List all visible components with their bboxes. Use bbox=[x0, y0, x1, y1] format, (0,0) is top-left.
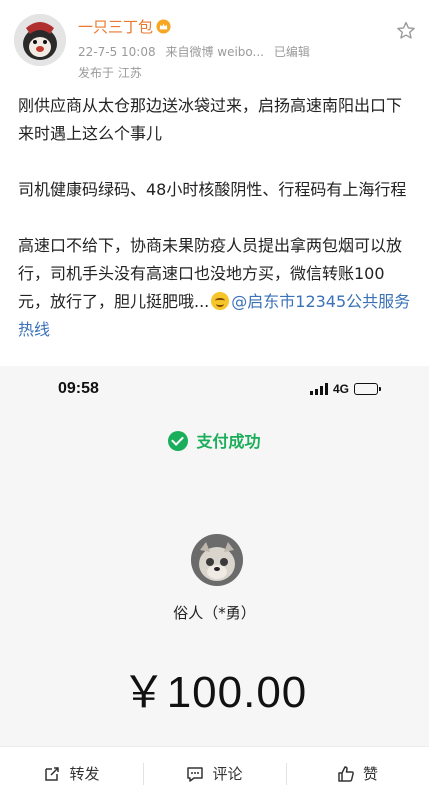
repost-icon bbox=[45, 766, 60, 781]
post-body: 刚供应商从太仓那边送冰袋过来，启扬高速南阳出口下来时遇上这么个事儿 司机健康码绿… bbox=[18, 92, 416, 344]
payment-status-label: 支付成功 bbox=[196, 432, 261, 451]
signal-icon bbox=[310, 383, 328, 395]
payee-name: 俗人（*勇） bbox=[173, 604, 256, 622]
author-name[interactable]: 一只三丁包 bbox=[78, 16, 171, 37]
post-date: 22-7-5 10:08 bbox=[78, 45, 156, 59]
comment-label: 评论 bbox=[212, 765, 243, 783]
status-bar-indicators: 4G bbox=[310, 382, 382, 396]
like-label: 赞 bbox=[362, 765, 378, 783]
payee-avatar bbox=[191, 534, 243, 586]
post-paragraph: 高速口不给下，协商未果防疫人员提出拿两包烟可以放行，司机手头没有高速口也没地方买… bbox=[18, 232, 416, 344]
author-avatar[interactable] bbox=[14, 14, 66, 66]
post-source[interactable]: 来自微博 weibo... bbox=[165, 45, 264, 59]
smile-emoji-icon bbox=[211, 292, 230, 310]
post-meta: 22-7-5 10:08 来自微博 weibo... 已编辑 bbox=[78, 43, 310, 60]
action-bar: 转发 评论 赞 bbox=[0, 746, 429, 800]
comment-button[interactable]: 评论 bbox=[143, 747, 286, 800]
post-header: 一只三丁包 22-7-5 10:08 来自微博 weibo... 已编辑 发布于… bbox=[0, 0, 429, 92]
comment-icon bbox=[187, 766, 204, 782]
vip-crown-icon bbox=[156, 19, 171, 34]
post-location: 发布于 江苏 bbox=[78, 66, 142, 80]
network-label: 4G bbox=[333, 382, 350, 396]
author-name-text[interactable]: 一只三丁包 bbox=[78, 18, 153, 36]
battery-icon bbox=[354, 383, 382, 395]
star-icon[interactable] bbox=[395, 20, 417, 42]
edited-label[interactable]: 已编辑 bbox=[274, 45, 310, 59]
like-button[interactable]: 赞 bbox=[286, 747, 429, 800]
check-icon bbox=[168, 431, 189, 451]
payment-status: 支付成功 bbox=[0, 428, 429, 452]
repost-label: 转发 bbox=[69, 765, 100, 783]
status-bar-time: 09:58 bbox=[58, 380, 99, 397]
payment-amount: ￥100.00 bbox=[121, 668, 308, 717]
payment-screenshot-image[interactable]: 09:58 4G 支付成功 俗人（*勇） ￥100.00 bbox=[0, 366, 429, 746]
repost-button[interactable]: 转发 bbox=[0, 747, 143, 800]
post-paragraph: 司机健康码绿码、48小时核酸阴性、行程码有上海行程 bbox=[18, 180, 407, 199]
like-icon bbox=[338, 765, 354, 782]
post-paragraph: 刚供应商从太仓那边送冰袋过来，启扬高速南阳出口下来时遇上这么个事儿 bbox=[18, 96, 403, 143]
